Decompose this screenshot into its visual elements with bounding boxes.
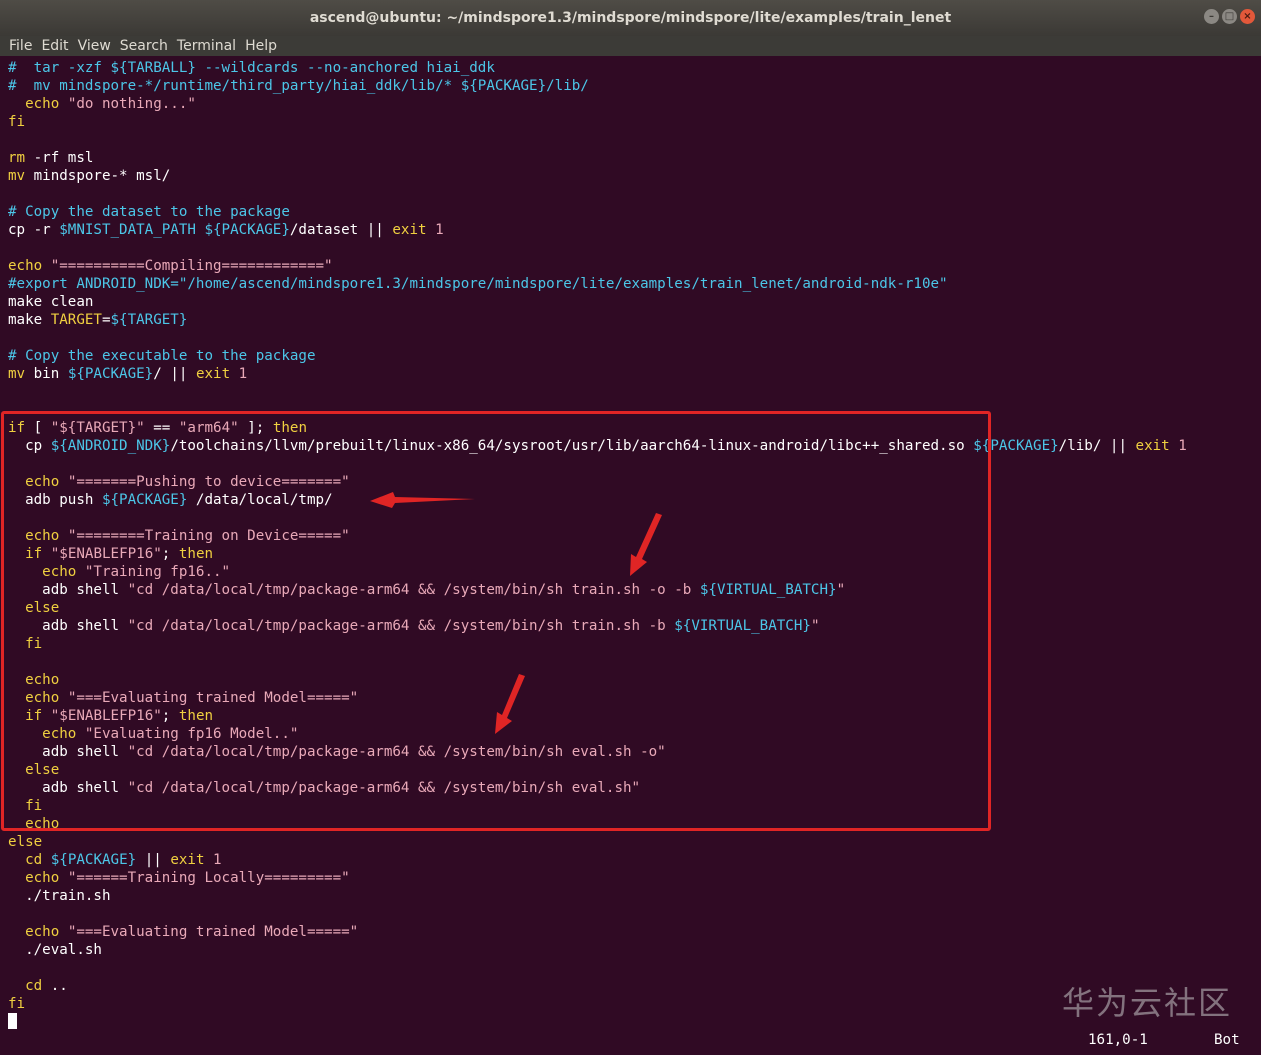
arrow-eval: [495, 674, 525, 734]
menu-bar: File Edit View Search Terminal Help: [0, 36, 1261, 56]
text-cursor: [8, 1013, 17, 1029]
menu-search[interactable]: Search: [120, 38, 168, 54]
cursor-position: 161,0-1: [1088, 1032, 1148, 1048]
annotation-arrows: [370, 492, 662, 734]
minimize-button[interactable]: –: [1204, 9, 1219, 24]
maximize-button[interactable]: □: [1222, 9, 1237, 24]
scroll-position: Bot: [1214, 1032, 1240, 1048]
menu-terminal[interactable]: Terminal: [177, 38, 236, 54]
watermark: 华为云社区: [1062, 984, 1233, 1022]
arrow-push: [370, 492, 475, 508]
menu-help[interactable]: Help: [245, 38, 277, 54]
terminal-content[interactable]: # tar -xzf ${TARBALL} --wildcards --no-a…: [0, 56, 1261, 1055]
window-titlebar: ascend@ubuntu: ~/mindspore1.3/mindspore/…: [0, 0, 1261, 36]
window-controls: – □ ×: [1204, 9, 1255, 24]
menu-edit[interactable]: Edit: [41, 38, 68, 54]
arrow-train: [630, 513, 662, 576]
menu-view[interactable]: View: [78, 38, 111, 54]
menu-file[interactable]: File: [9, 38, 32, 54]
window-title: ascend@ubuntu: ~/mindspore1.3/mindspore/…: [309, 10, 952, 26]
close-button[interactable]: ×: [1240, 9, 1255, 24]
